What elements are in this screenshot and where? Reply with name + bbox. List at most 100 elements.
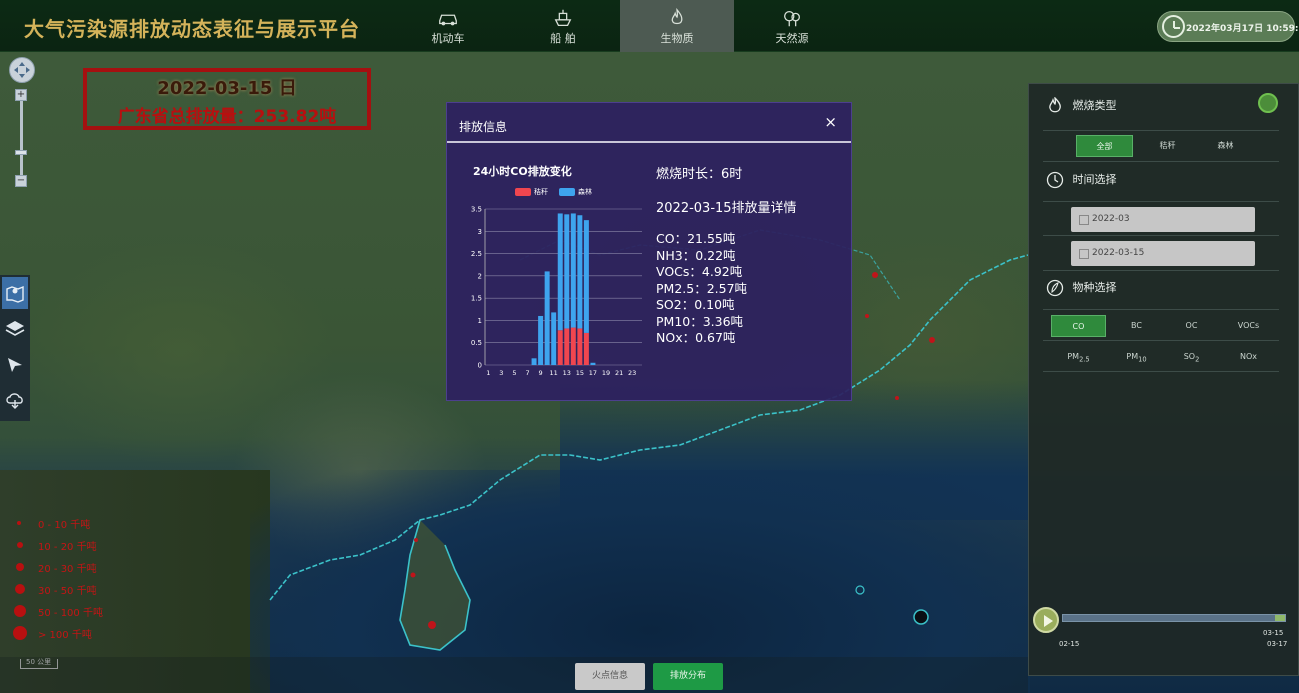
timeline-end: 03-17 — [1267, 640, 1288, 648]
timeline-current: 03-15 — [1263, 629, 1284, 637]
flame-icon — [671, 8, 683, 25]
species-label: PM — [1126, 352, 1139, 361]
detail-nh3: NH3：0.22吨 — [656, 247, 736, 263]
bar-forest — [577, 215, 583, 329]
emission-info-popup: 排放信息 × 24小时CO排放变化 秸秆 森林 0 0.5 1 1.5 2 2.5 3 3.5… — [446, 102, 852, 401]
month-picker[interactable]: 2022-03 — [1071, 207, 1255, 232]
bar-forest — [531, 358, 537, 365]
species-subscript: 2 — [1195, 355, 1200, 364]
bar-forest — [583, 220, 589, 333]
legend-dot — [15, 584, 25, 594]
legend-label: 20 - 30 千吨 — [38, 564, 97, 575]
left-toolbar — [0, 275, 30, 421]
nav-tab-natural[interactable]: 天然源 — [735, 0, 849, 52]
nav-tab-label: 天然源 — [775, 32, 809, 45]
x-tick-label: 23 — [628, 369, 636, 377]
divider — [1043, 371, 1279, 372]
burn-duration: 燃烧时长：6时 — [656, 167, 743, 182]
x-tick-label: 5 — [512, 369, 516, 377]
zoom-out-button[interactable]: − — [15, 175, 27, 187]
date-total-box: 2022-03-15 日 广东省总排放量：253.82吨 — [83, 68, 371, 130]
cloud-download-icon — [6, 393, 23, 409]
emission-distribution-button[interactable]: 排放分布 — [653, 663, 723, 690]
species-label: PM — [1067, 352, 1080, 361]
zoom-slider-handle[interactable] — [15, 150, 27, 155]
bar-forest — [544, 271, 550, 365]
layers-icon — [5, 321, 25, 336]
legend-dot — [16, 563, 24, 571]
compass-icon — [14, 62, 30, 78]
legend-item: 0 - 10 千吨 — [12, 513, 122, 535]
map-pin-icon — [6, 285, 24, 303]
species-label: NOx — [1239, 352, 1257, 361]
detail-so2: SO2：0.10吨 — [656, 297, 735, 312]
map-legend: 0 - 10 千吨 10 - 20 千吨 20 - 30 千吨 30 - 50 … — [12, 513, 122, 645]
y-tick-label: 3 — [478, 228, 482, 236]
car-icon — [439, 14, 457, 26]
burn-type-straw-button[interactable]: 秸秆 — [1139, 135, 1196, 157]
burn-type-all-button[interactable]: 全部 — [1076, 135, 1133, 157]
bar-straw — [570, 327, 576, 365]
species-oc-button[interactable]: OC — [1164, 315, 1219, 337]
bar-forest — [538, 315, 544, 365]
detail-vocs: VOCs：4.92吨 — [656, 264, 743, 279]
pan-control[interactable] — [9, 57, 35, 83]
legend-label: 0 - 10 千吨 — [38, 520, 91, 531]
pointer-button[interactable] — [2, 349, 28, 381]
y-tick-label: 2.5 — [471, 250, 482, 258]
clock-icon — [1162, 15, 1185, 38]
y-tick-label: 0.5 — [471, 339, 482, 347]
y-tick-label: 0 — [478, 362, 482, 370]
species-so2-button[interactable]: SO2 — [1164, 346, 1219, 368]
divider — [1043, 201, 1279, 202]
legend-item: 50 - 100 千吨 — [12, 601, 122, 623]
cloud-button[interactable] — [2, 385, 28, 417]
map-tool-button[interactable] — [2, 277, 28, 309]
timeline-start: 02-15 — [1059, 640, 1080, 648]
divider — [1043, 340, 1279, 341]
bar-forest — [557, 213, 563, 331]
fire-info-button[interactable]: 火点信息 — [575, 663, 645, 690]
x-tick-label: 15 — [576, 369, 584, 377]
detail-pm10: PM10：3.36吨 — [656, 313, 744, 329]
popup-header: 排放信息 × — [447, 103, 851, 143]
zoom-in-button[interactable]: + — [15, 89, 27, 101]
nav-tab-label: 机动车 — [431, 32, 465, 45]
x-tick-label: 1 — [486, 369, 490, 377]
legend-dot — [17, 521, 21, 525]
y-tick-label: 3.5 — [471, 206, 482, 214]
section-label: 燃烧类型 — [1072, 99, 1117, 112]
timeline-track[interactable] — [1062, 614, 1286, 622]
clock-icon — [1046, 171, 1064, 189]
species-pm25-button[interactable]: PM2.5 — [1051, 346, 1106, 368]
nav-tab-ship[interactable]: 船 舶 — [506, 0, 620, 52]
species-nox-button[interactable]: NOx — [1221, 346, 1276, 368]
bar-straw — [583, 332, 589, 365]
burn-type-forest-button[interactable]: 森林 — [1197, 135, 1254, 157]
day-picker[interactable]: 2022-03-15 — [1071, 241, 1255, 266]
panel-collapse-toggle[interactable] — [1258, 93, 1278, 113]
x-tick-label: 3 — [499, 369, 503, 377]
species-pm10-button[interactable]: PM10 — [1109, 346, 1164, 368]
species-vocs-button[interactable]: VOCs — [1221, 315, 1276, 337]
popup-title: 排放信息 — [459, 120, 508, 134]
divider — [1043, 130, 1279, 131]
legend-item: 30 - 50 千吨 — [12, 579, 122, 601]
legend-label: 50 - 100 千吨 — [38, 608, 103, 619]
divider — [1043, 270, 1279, 271]
province-total: 广东省总排放量：253.82吨 — [117, 107, 337, 127]
legend-dot — [13, 626, 27, 640]
species-bc-button[interactable]: BC — [1109, 315, 1164, 337]
cursor-arrow-icon — [8, 358, 22, 372]
close-icon[interactable]: × — [824, 113, 837, 131]
burn-type-section-title: 燃烧类型 — [1046, 97, 1117, 115]
layers-button[interactable] — [2, 313, 28, 345]
map-date: 2022-03-15 日 — [157, 78, 297, 99]
nav-tab-vehicle[interactable]: 机动车 — [391, 0, 505, 52]
x-tick-label: 9 — [539, 369, 543, 377]
legend-item: 10 - 20 千吨 — [12, 535, 122, 557]
play-button[interactable] — [1033, 607, 1059, 633]
zoom-slider-rail[interactable] — [20, 95, 23, 180]
nav-tab-biomass[interactable]: 生物质 — [620, 0, 734, 52]
species-co-button[interactable]: CO — [1051, 315, 1106, 337]
